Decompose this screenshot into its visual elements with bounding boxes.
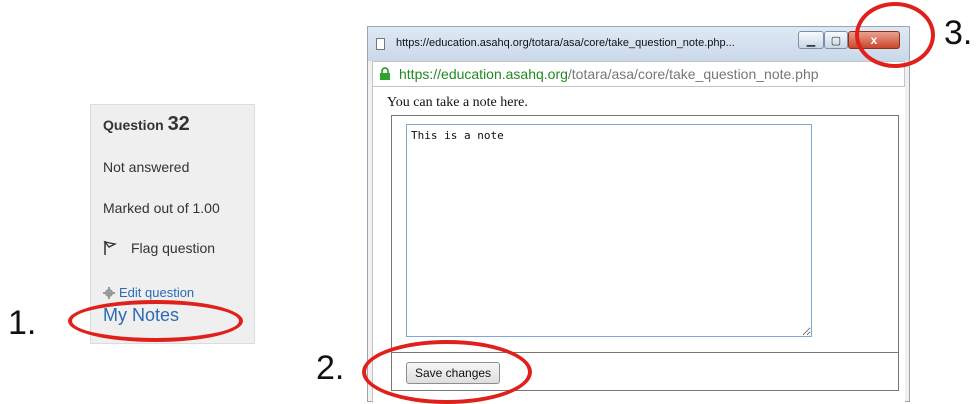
annotation-ring-my-notes [68,300,243,342]
flag-question-toggle[interactable]: Flag question [103,240,215,256]
maximize-icon: ▢ [830,34,842,47]
address-scheme: https:// [399,66,442,82]
annotation-ring-save [362,340,532,404]
annotation-ring-close [855,2,935,68]
address-bar[interactable]: https://education.asahq.org/totara/asa/c… [372,61,905,87]
question-title: Question 32 [103,113,190,136]
edit-question-label: Edit question [119,285,195,300]
address-url: https://education.asahq.org/totara/asa/c… [399,66,819,82]
question-status: Not answered [103,159,190,175]
step-number-2: 2. [316,349,345,387]
question-marks: Marked out of 1.00 [103,200,220,216]
step-number-1: 1. [8,304,37,342]
question-number: 32 [167,113,190,135]
edit-question-link[interactable]: Edit question [103,285,194,300]
step-number-3: 3. [944,14,973,52]
address-path: /totara/asa/core/take_question_note.php [567,66,819,82]
maximize-button[interactable]: ▢ [824,31,848,49]
address-domain: education.asahq.org [441,66,568,82]
note-frame: This is a note [391,115,899,353]
note-instructions: You can take a note here. [387,95,528,110]
window-title: https://education.asahq.org/totara/asa/c… [396,37,735,49]
flag-icon [103,241,117,255]
page-icon [376,38,385,50]
question-title-prefix: Question [103,117,164,133]
flag-question-label: Flag question [131,240,216,256]
gear-icon [103,286,115,299]
minimize-button[interactable]: ▁ [798,31,824,49]
window-titlebar[interactable]: https://education.asahq.org/totara/asa/c… [368,27,909,61]
note-textarea[interactable]: This is a note [406,124,812,337]
lock-icon [380,67,390,80]
minimize-icon: ▁ [806,34,816,47]
